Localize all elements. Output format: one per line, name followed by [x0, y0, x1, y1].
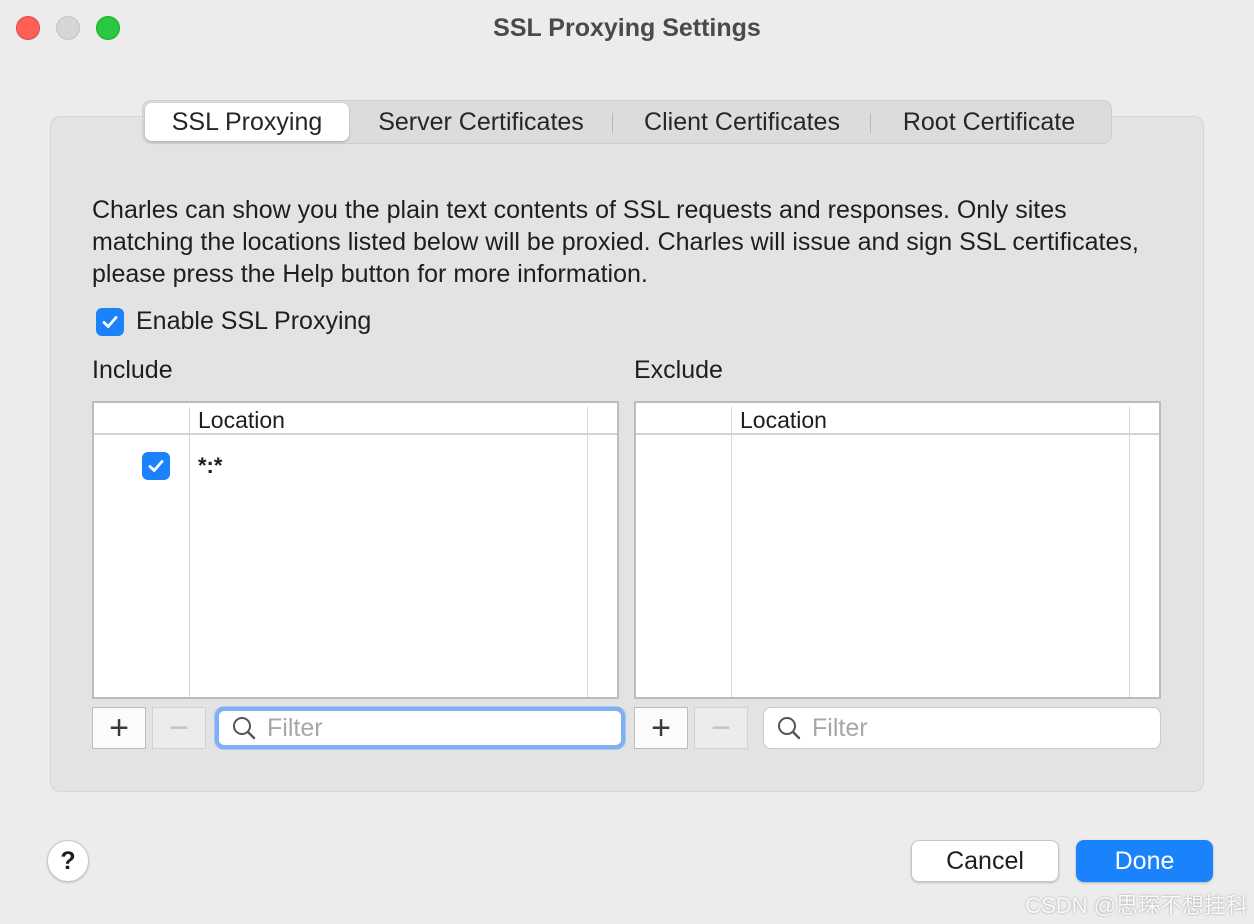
exclude-table-header — [636, 403, 1159, 435]
include-label: Include — [92, 356, 173, 384]
include-filter-field[interactable] — [215, 707, 625, 749]
include-table-header — [94, 403, 617, 435]
column-divider — [189, 407, 190, 697]
exclude-filter-field[interactable] — [763, 707, 1161, 749]
enable-ssl-proxying-label: Enable SSL Proxying — [136, 307, 372, 335]
description-text: Charles can show you the plain text cont… — [92, 196, 1139, 288]
exclude-add-button[interactable]: + — [634, 707, 688, 749]
include-remove-button[interactable]: − — [152, 707, 206, 749]
column-divider — [731, 407, 732, 697]
exclude-filter-input[interactable] — [812, 713, 1112, 743]
exclude-table[interactable]: Location — [634, 401, 1161, 699]
exclude-remove-button[interactable]: − — [694, 707, 748, 749]
search-icon — [233, 717, 256, 740]
include-add-button[interactable]: + — [92, 707, 146, 749]
checkmark-icon — [148, 460, 164, 472]
title-bar: SSL Proxying Settings — [0, 0, 1254, 56]
include-row-location[interactable]: *:* — [198, 453, 222, 479]
enable-ssl-proxying-row[interactable]: Enable SSL Proxying — [96, 307, 371, 336]
tab-client-certificates[interactable]: Client Certificates — [613, 103, 871, 141]
search-icon — [778, 717, 801, 740]
column-divider — [1129, 407, 1130, 697]
enable-ssl-proxying-checkbox[interactable] — [96, 307, 124, 336]
include-row-checkbox[interactable] — [142, 452, 170, 480]
tab-bar: SSL Proxying Server Certificates Client … — [142, 100, 1112, 144]
cancel-button[interactable]: Cancel — [911, 840, 1059, 882]
tab-server-certificates[interactable]: Server Certificates — [349, 103, 613, 141]
tab-ssl-proxying[interactable]: SSL Proxying — [145, 103, 349, 141]
checkmark-icon — [102, 315, 118, 328]
done-button[interactable]: Done — [1076, 840, 1213, 882]
include-table[interactable]: Location *:* — [92, 401, 619, 699]
exclude-location-column-header[interactable]: Location — [740, 407, 827, 434]
include-filter-input[interactable] — [267, 713, 567, 743]
watermark-text: CSDN @思琛不想挂科 — [1025, 893, 1248, 918]
exclude-label: Exclude — [634, 356, 723, 384]
window-title: SSL Proxying Settings — [493, 14, 761, 42]
include-location-column-header[interactable]: Location — [198, 407, 285, 434]
help-button[interactable]: ? — [47, 840, 89, 882]
tab-root-certificate[interactable]: Root Certificate — [871, 103, 1107, 141]
column-divider — [587, 407, 588, 697]
